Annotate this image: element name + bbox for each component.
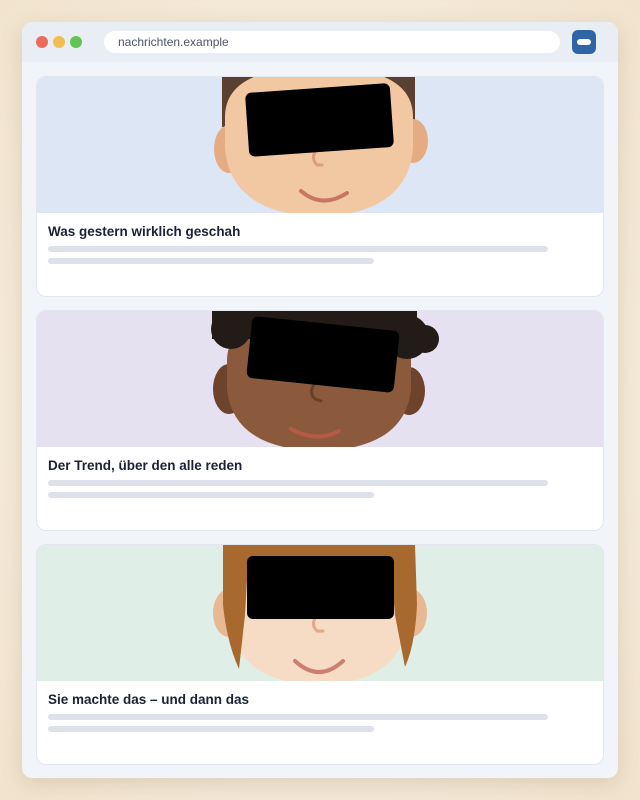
close-window-button[interactable] xyxy=(36,36,48,48)
text-placeholder-line xyxy=(48,246,548,252)
browser-window: nachrichten.example Was gestern wirklich… xyxy=(22,22,618,778)
maximize-window-button[interactable] xyxy=(70,36,82,48)
toggle-icon[interactable] xyxy=(572,30,596,54)
address-bar[interactable]: nachrichten.example xyxy=(104,31,560,53)
article-title[interactable]: Was gestern wirklich geschah xyxy=(48,224,240,239)
censor-bar xyxy=(247,556,394,619)
person-illustration xyxy=(37,545,603,681)
toggle-icon-bar xyxy=(577,39,591,45)
article-thumbnail xyxy=(37,311,603,447)
article-title[interactable]: Der Trend, über den alle reden xyxy=(48,458,242,473)
text-placeholder-line xyxy=(48,726,374,732)
person-illustration xyxy=(37,311,603,447)
text-placeholder-line xyxy=(48,492,374,498)
censor-bar xyxy=(245,83,394,157)
minimize-window-button[interactable] xyxy=(53,36,65,48)
text-placeholder-line xyxy=(48,480,548,486)
article-title[interactable]: Sie machte das – und dann das xyxy=(48,692,249,707)
person-illustration xyxy=(37,77,603,213)
article-card[interactable]: Was gestern wirklich geschah xyxy=(36,76,604,297)
text-placeholder-line xyxy=(48,258,374,264)
article-thumbnail xyxy=(37,77,603,213)
article-thumbnail xyxy=(37,545,603,681)
article-card[interactable]: Sie machte das – und dann das xyxy=(36,544,604,765)
text-placeholder-line xyxy=(48,714,548,720)
browser-titlebar: nachrichten.example xyxy=(22,22,618,62)
article-card[interactable]: Der Trend, über den alle reden xyxy=(36,310,604,531)
